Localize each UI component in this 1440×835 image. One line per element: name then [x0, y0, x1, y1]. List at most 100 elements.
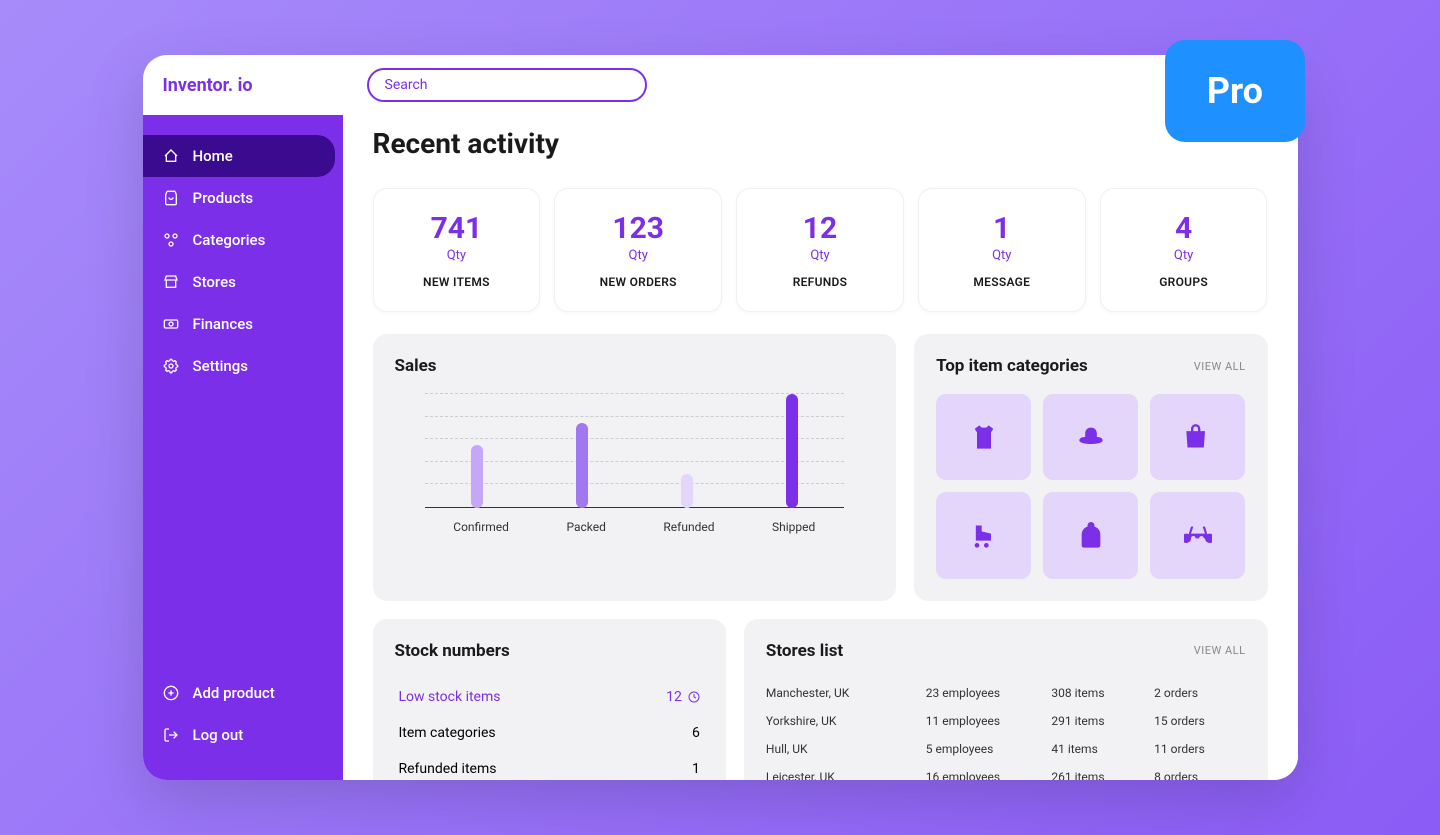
stat-value: 741: [384, 211, 530, 246]
logout-button[interactable]: Log out: [143, 714, 343, 756]
view-all-link[interactable]: VIEW ALL: [1194, 360, 1246, 373]
glasses-icon: [1184, 522, 1212, 550]
stat-value: 1: [929, 211, 1075, 246]
sidebar-item-label: Stores: [193, 273, 236, 291]
shirt-icon: [970, 423, 998, 451]
chart-bar: [681, 474, 693, 508]
stat-value: 4: [1111, 211, 1257, 246]
sidebar-item-settings[interactable]: Settings: [143, 345, 343, 387]
store-location: Leicester, UK: [766, 770, 926, 780]
content-area: Recent activity 741 Qty NEW ITEMS 123 Qt…: [343, 115, 1298, 780]
plus-circle-icon: [163, 685, 179, 701]
chart-label: Packed: [566, 520, 605, 534]
stat-card-groups[interactable]: 4 Qty GROUPS: [1100, 188, 1268, 312]
sidebar-item-stores[interactable]: Stores: [143, 261, 343, 303]
category-shirt[interactable]: [936, 394, 1031, 480]
store-row[interactable]: Leicester, UK16 employees261 items8 orde…: [766, 763, 1246, 780]
stat-card-new-orders[interactable]: 123 Qty NEW ORDERS: [554, 188, 722, 312]
store-employees: 11 employees: [926, 714, 1052, 728]
app-window: Inventor. io Home Products Categories St…: [143, 55, 1298, 780]
stat-card-message[interactable]: 1 Qty MESSAGE: [918, 188, 1086, 312]
store-items: 41 items: [1051, 742, 1154, 756]
stat-cards-row: 741 Qty NEW ITEMS 123 Qty NEW ORDERS 12 …: [373, 188, 1268, 312]
store-icon: [163, 274, 179, 290]
page-title: Recent activity: [373, 127, 1268, 160]
stat-label: MESSAGE: [929, 275, 1075, 289]
sales-chart: Confirmed Packed Refunded Shipped: [395, 394, 875, 534]
chart-bar: [576, 423, 588, 509]
stat-label: REFUNDS: [747, 275, 893, 289]
stat-value: 12: [747, 211, 893, 246]
store-row[interactable]: Hull, UK5 employees41 items11 orders: [766, 735, 1246, 763]
chart-bars: [425, 394, 845, 508]
clock-icon: [688, 691, 700, 703]
stock-label: Refunded items: [399, 761, 497, 777]
roller-skate-icon: [970, 522, 998, 550]
main-content: Recent activity 741 Qty NEW ITEMS 123 Qt…: [343, 55, 1298, 780]
store-row[interactable]: Manchester, UK23 employees308 items2 ord…: [766, 679, 1246, 707]
store-location: Manchester, UK: [766, 686, 926, 700]
stat-label: NEW ORDERS: [565, 275, 711, 289]
category-roller-skate[interactable]: [936, 492, 1031, 578]
stat-label: NEW ITEMS: [384, 275, 530, 289]
stock-label: Low stock items: [399, 689, 501, 705]
bottom-nav: Add product Log out: [143, 656, 343, 780]
sidebar-item-label: Finances: [193, 315, 253, 333]
store-orders: 2 orders: [1154, 686, 1245, 700]
panel-title: Sales: [395, 356, 437, 376]
logout-icon: [163, 727, 179, 743]
stat-card-refunds[interactable]: 12 Qty REFUNDS: [736, 188, 904, 312]
stock-value: 6: [692, 725, 700, 741]
sidebar-item-label: Categories: [193, 231, 266, 249]
add-product-button[interactable]: Add product: [143, 672, 343, 714]
stores-table: Manchester, UK23 employees308 items2 ord…: [766, 679, 1246, 780]
sales-panel: Sales Confirmed Packed Refunded Shipped: [373, 334, 897, 601]
main-nav: Home Products Categories Stores Finances…: [143, 115, 343, 656]
sidebar-item-finances[interactable]: Finances: [143, 303, 343, 345]
category-hat[interactable]: [1043, 394, 1138, 480]
store-location: Yorkshire, UK: [766, 714, 926, 728]
view-all-link[interactable]: VIEW ALL: [1194, 644, 1246, 657]
chart-bar: [471, 445, 483, 508]
shopping-bag-icon: [1184, 423, 1212, 451]
home-icon: [163, 148, 179, 164]
sidebar-item-label: Log out: [193, 726, 244, 744]
sidebar-item-home[interactable]: Home: [143, 135, 335, 177]
store-items: 308 items: [1051, 686, 1154, 700]
chart-label: Refunded: [663, 520, 714, 534]
chart-bar: [786, 394, 798, 508]
stock-rows: Low stock items12 Item categories 6 Refund…: [395, 679, 704, 780]
stat-qty: Qty: [929, 248, 1075, 263]
sidebar-item-label: Add product: [193, 684, 275, 702]
stat-card-new-items[interactable]: 741 Qty NEW ITEMS: [373, 188, 541, 312]
chart-label: Confirmed: [453, 520, 509, 534]
store-items: 291 items: [1051, 714, 1154, 728]
category-backpack[interactable]: [1043, 492, 1138, 578]
stock-label: Item categories: [399, 725, 496, 741]
category-glasses[interactable]: [1150, 492, 1245, 578]
bag-icon: [163, 190, 179, 206]
header: [343, 55, 1298, 115]
stock-row[interactable]: Refunded items 1: [395, 751, 704, 780]
chart-label: Shipped: [772, 520, 815, 534]
sidebar-item-products[interactable]: Products: [143, 177, 343, 219]
stock-row[interactable]: Item categories 6: [395, 715, 704, 751]
stock-panel: Stock numbers Low stock items12 Item cat…: [373, 619, 726, 780]
stock-value: 1: [692, 761, 700, 777]
store-items: 261 items: [1051, 770, 1154, 780]
search-input[interactable]: [367, 68, 647, 102]
categories-icon: [163, 232, 179, 248]
store-row[interactable]: Yorkshire, UK11 employees291 items15 ord…: [766, 707, 1246, 735]
stores-panel: Stores list VIEW ALL Manchester, UK23 em…: [744, 619, 1268, 780]
chart-labels: Confirmed Packed Refunded Shipped: [425, 520, 845, 534]
stat-qty: Qty: [384, 248, 530, 263]
category-shopping-bag[interactable]: [1150, 394, 1245, 480]
stock-row[interactable]: Low stock items12: [395, 679, 704, 715]
sidebar-item-label: Home: [193, 147, 233, 165]
stat-value: 123: [565, 211, 711, 246]
stat-qty: Qty: [1111, 248, 1257, 263]
panel-title: Stores list: [766, 641, 843, 661]
sidebar-item-label: Products: [193, 189, 254, 207]
sidebar-item-categories[interactable]: Categories: [143, 219, 343, 261]
store-orders: 8 orders: [1154, 770, 1245, 780]
